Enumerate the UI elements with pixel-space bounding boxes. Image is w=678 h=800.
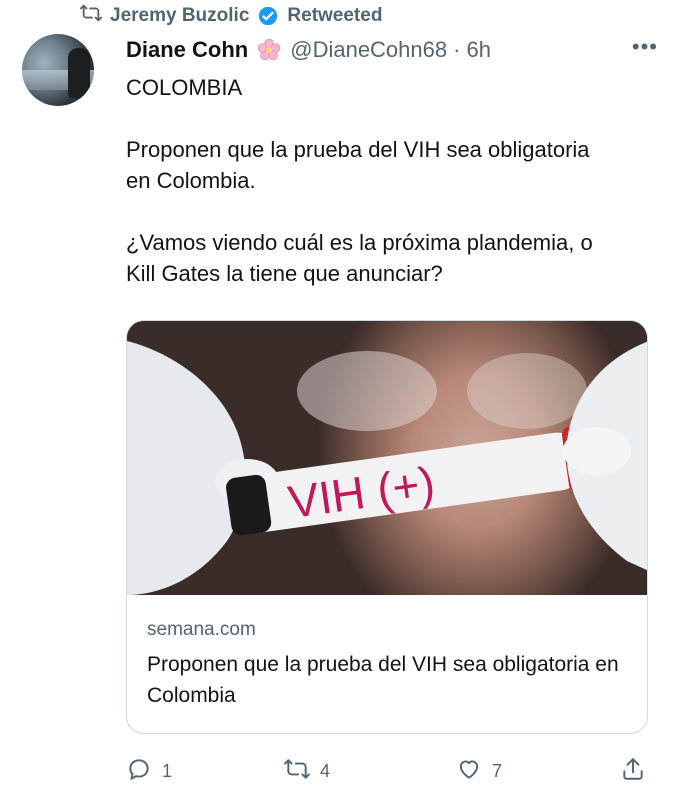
tweet-actions: 1 4 7 [126, 756, 656, 786]
retweet-icon [80, 2, 102, 30]
reply-icon [126, 756, 152, 787]
heart-icon [456, 756, 482, 787]
share-icon [620, 756, 646, 787]
retweet-button[interactable]: 4 [284, 756, 330, 787]
retweet-context: Jeremy Buzolic Retweeted [80, 4, 382, 28]
card-image: VIH (+) [127, 321, 647, 595]
cherry-blossom-icon [256, 37, 282, 63]
tube-label: VIH (+) [285, 456, 438, 528]
reply-count: 1 [162, 761, 173, 781]
tweet-header: Diane Cohn @DianeCohn68 · 6h ••• [126, 36, 658, 64]
tweet-text: COLOMBIA Proponen que la prueba del VIH … [126, 75, 593, 286]
reply-button[interactable]: 1 [126, 756, 172, 787]
link-card[interactable]: VIH (+) semana.com Proponen que la prueb… [126, 320, 648, 734]
retweet-count: 4 [320, 761, 331, 781]
card-title: Proponen que la prueba del VIH sea oblig… [147, 653, 619, 707]
card-domain: semana.com [147, 619, 256, 640]
retweeted-label: Retweeted [287, 5, 383, 26]
separator-dot: · [453, 37, 461, 62]
tweet-timestamp[interactable]: 6h [466, 36, 490, 64]
retweeter-name[interactable]: Jeremy Buzolic [110, 5, 249, 27]
like-count: 7 [492, 761, 503, 781]
retweet-action-icon [284, 756, 310, 787]
share-button[interactable] [620, 756, 646, 787]
like-button[interactable]: 7 [456, 756, 502, 787]
verified-badge-icon [257, 5, 279, 27]
avatar[interactable] [22, 34, 94, 106]
author-name[interactable]: Diane Cohn [126, 36, 248, 64]
more-options-icon[interactable]: ••• [632, 36, 658, 58]
author-handle[interactable]: @DianeCohn68 [290, 36, 447, 64]
